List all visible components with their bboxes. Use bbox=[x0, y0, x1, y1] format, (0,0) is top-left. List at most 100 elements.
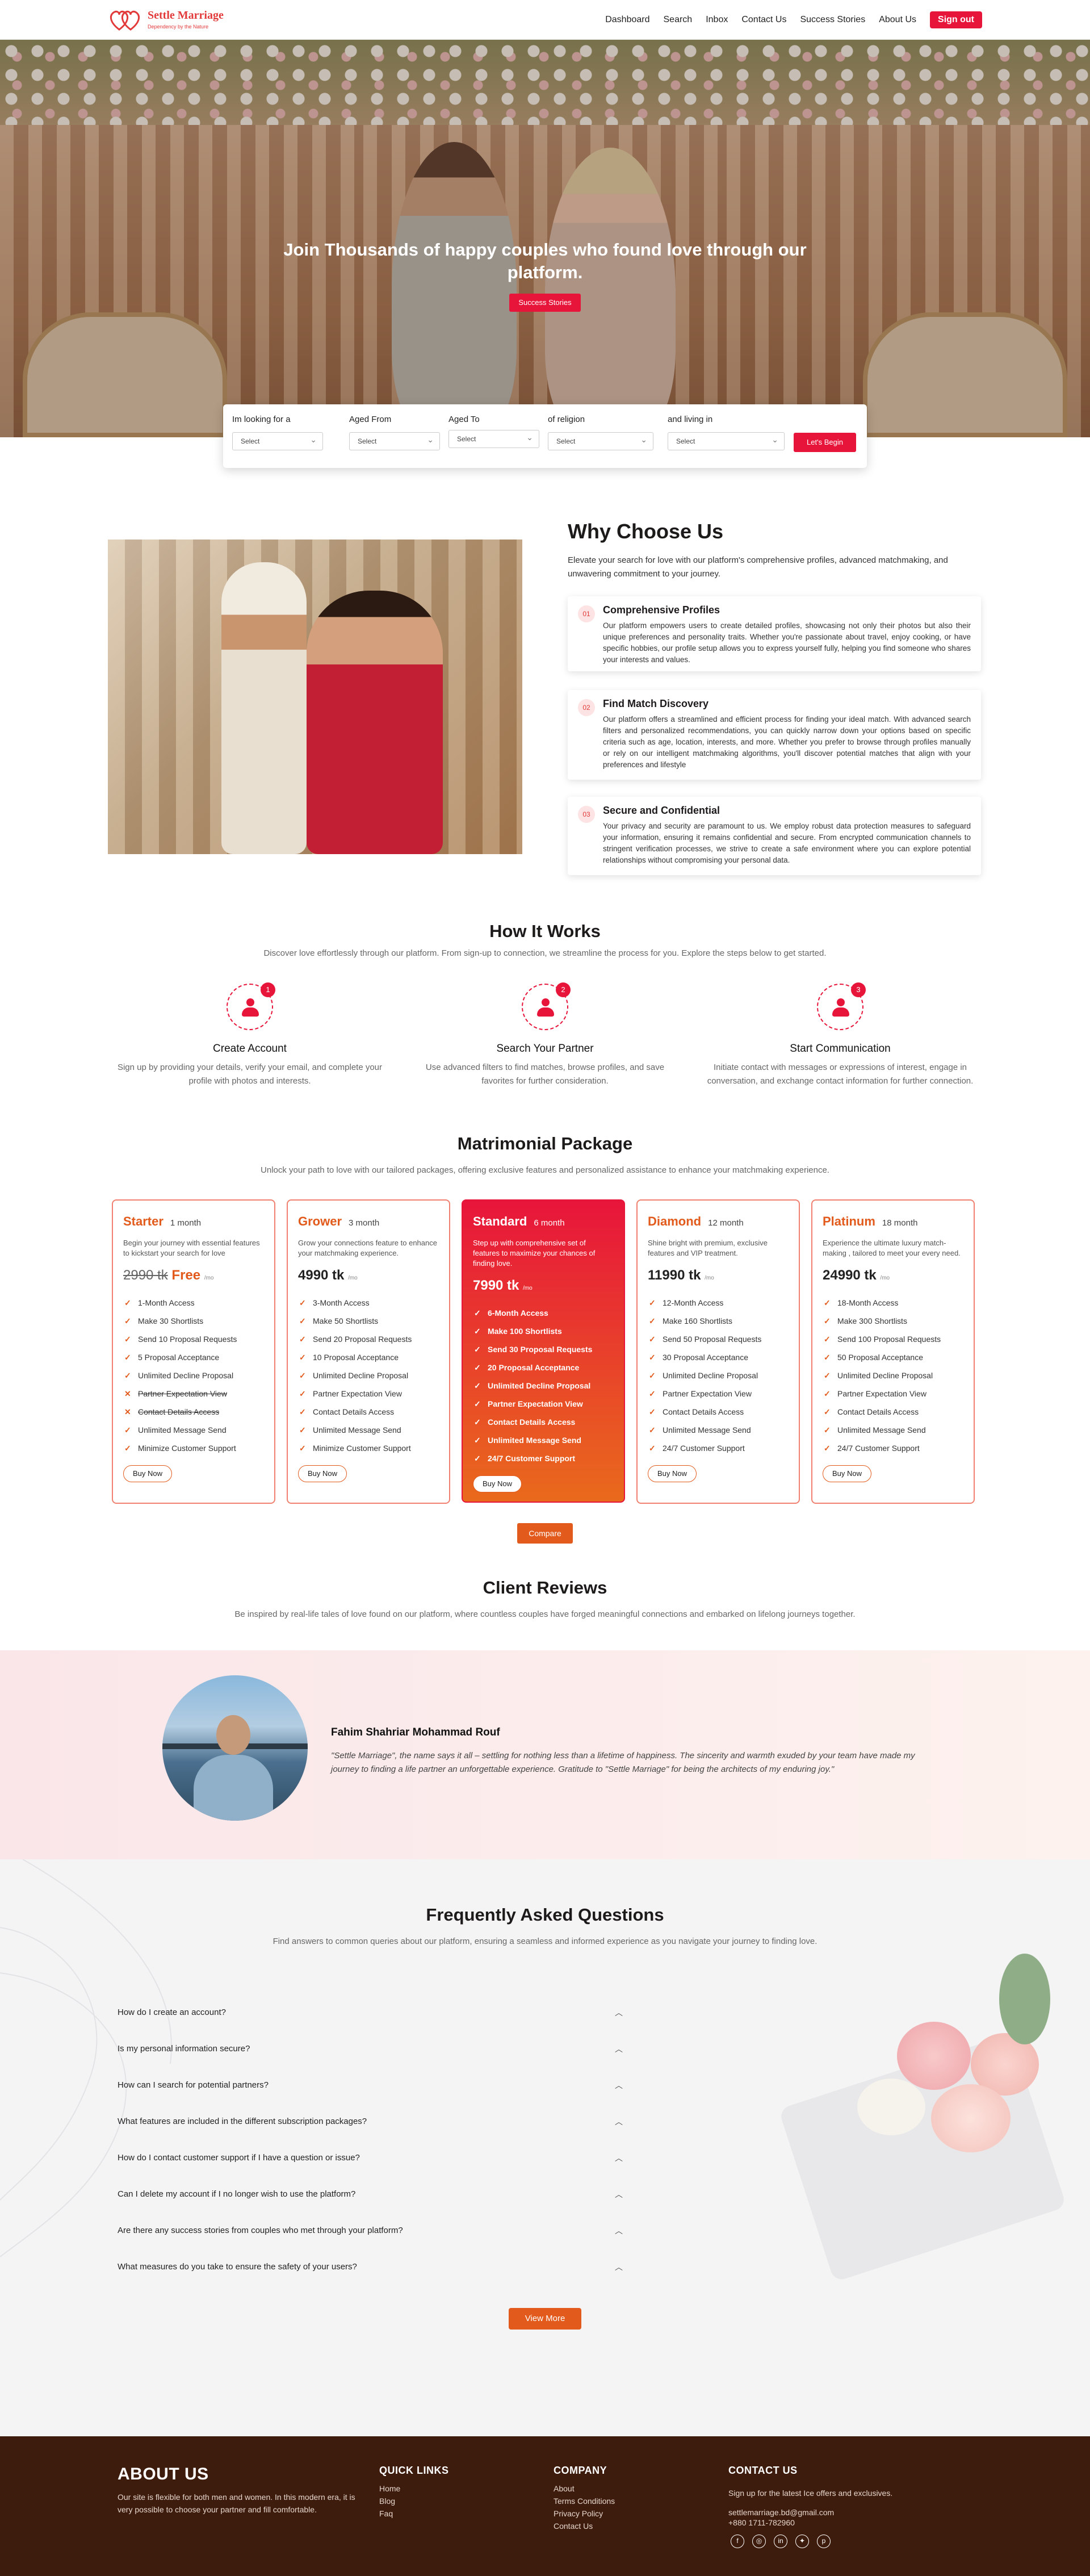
site-footer: ABOUT US Our site is flexible for both m… bbox=[0, 2436, 1090, 2576]
feature-item: Unlimited Message Send bbox=[473, 1431, 614, 1449]
instagram-icon[interactable]: ◎ bbox=[752, 2535, 766, 2548]
couple-photo bbox=[108, 540, 522, 854]
footer-link-faq[interactable]: Faq bbox=[379, 2507, 449, 2520]
buy-now-button[interactable]: Buy Now bbox=[473, 1475, 522, 1492]
footer-link-home[interactable]: Home bbox=[379, 2482, 449, 2495]
footer-link-blog[interactable]: Blog bbox=[379, 2495, 449, 2507]
footer-link-terms[interactable]: Terms Conditions bbox=[554, 2495, 615, 2507]
feature-title: Find Match Discovery bbox=[603, 698, 709, 709]
religion-select[interactable]: Select bbox=[548, 431, 653, 450]
package-free-price: Free bbox=[171, 1268, 201, 1283]
step-text: Use advanced filters to find matches, br… bbox=[425, 1063, 665, 1086]
step-number-badge: 1 bbox=[261, 982, 275, 997]
footer-about-title: ABOUT US bbox=[118, 2465, 209, 2483]
buy-now-button[interactable]: Buy Now bbox=[648, 1465, 697, 1482]
lets-begin-button[interactable]: Let's Begin bbox=[794, 433, 856, 452]
success-stories-button[interactable]: Success Stories bbox=[509, 294, 581, 312]
feature-item: Unlimited Decline Proposal bbox=[648, 1366, 789, 1385]
nav-contact-us[interactable]: Contact Us bbox=[741, 11, 786, 28]
aged-to-label: Aged To bbox=[448, 415, 480, 424]
brand-logo[interactable]: Settle Marriage Dependency by the Nature bbox=[108, 6, 255, 34]
package-name: Starter bbox=[123, 1214, 164, 1228]
package-name: Platinum bbox=[823, 1214, 875, 1228]
package-name: Diamond bbox=[648, 1214, 702, 1228]
faq-title: Frequently Asked Questions bbox=[426, 1905, 664, 1925]
faq-item[interactable]: How can I search for potential partners?… bbox=[118, 2072, 623, 2099]
faq-item[interactable]: Is my personal information secure? ︿ bbox=[118, 2035, 623, 2063]
feature-item: Minimize Customer Support bbox=[298, 1439, 439, 1457]
footer-contact-title: CONTACT US bbox=[728, 2465, 798, 2476]
feature-item: 6-Month Access bbox=[473, 1304, 614, 1322]
package-features: 3-Month Access Make 50 Shortlists Send 2… bbox=[298, 1294, 439, 1457]
footer-link-about[interactable]: About bbox=[554, 2482, 615, 2495]
footer-email[interactable]: settlemarriage.bd@gmail.com bbox=[728, 2507, 967, 2518]
feature-item: 12-Month Access bbox=[648, 1294, 789, 1312]
linkedin-icon[interactable]: in bbox=[774, 2535, 787, 2548]
view-more-button[interactable]: View More bbox=[509, 2308, 581, 2330]
feature-item: Unlimited Decline Proposal bbox=[298, 1366, 439, 1385]
why-choose-us-title: Why Choose Us bbox=[568, 520, 724, 543]
looking-for-select[interactable]: Select bbox=[232, 431, 323, 450]
main-nav: Dashboard Search Inbox Contact Us Succes… bbox=[592, 11, 982, 28]
package-duration: 12 month bbox=[708, 1218, 744, 1228]
step-number-badge: 3 bbox=[851, 982, 866, 997]
package-card-grower: Grower 3 month Grow your connections feat… bbox=[287, 1199, 450, 1504]
aged-from-field: Aged From Select bbox=[349, 415, 440, 450]
footer-phone[interactable]: +880 1711-782960 bbox=[728, 2518, 967, 2528]
faq-item[interactable]: Can I delete my account if I no longer w… bbox=[118, 2181, 623, 2208]
feature-number-badge: 03 bbox=[578, 806, 595, 823]
feature-item: Make 50 Shortlists bbox=[298, 1312, 439, 1330]
feature-item: Unlimited Message Send bbox=[648, 1421, 789, 1439]
faq-item[interactable]: How do I contact customer support if I h… bbox=[118, 2144, 623, 2172]
faq-item[interactable]: Are there any success stories from coupl… bbox=[118, 2217, 623, 2244]
package-price-value: 24990 tk bbox=[823, 1268, 877, 1283]
faq-question: What measures do you take to ensure the … bbox=[118, 2262, 357, 2272]
package-features: 1-Month Access Make 30 Shortlists Send 1… bbox=[123, 1294, 264, 1457]
package-card-standard: Standard 6 month Step up with comprehensi… bbox=[462, 1199, 625, 1503]
facebook-icon[interactable]: f bbox=[731, 2535, 744, 2548]
package-duration: 6 month bbox=[534, 1218, 565, 1228]
nav-dashboard[interactable]: Dashboard bbox=[605, 11, 649, 28]
feature-item: Make 160 Shortlists bbox=[648, 1312, 789, 1330]
reviews-subtitle: Be inspired by real-life tales of love f… bbox=[234, 1609, 856, 1619]
bouquet-white-flowers bbox=[857, 2079, 925, 2135]
living-in-label: and living in bbox=[668, 415, 713, 424]
feature-card-match-discovery: 02 Find Match Discovery Our platform off… bbox=[568, 690, 981, 780]
compare-button[interactable]: Compare bbox=[517, 1523, 573, 1544]
sign-out-button[interactable]: Sign out bbox=[930, 11, 982, 28]
faq-question: How do I create an account? bbox=[118, 2008, 226, 2017]
aged-to-select[interactable]: Select bbox=[448, 429, 539, 448]
step-title: Start Communication bbox=[790, 1043, 891, 1055]
how-it-works-title: How It Works bbox=[489, 921, 601, 941]
nav-search[interactable]: Search bbox=[664, 11, 693, 28]
aged-from-select[interactable]: Select bbox=[349, 431, 440, 450]
package-card-diamond: Diamond 12 month Shine bright with premiu… bbox=[636, 1199, 800, 1504]
photo-groom bbox=[221, 562, 307, 854]
step-text: Initiate contact with messages or expres… bbox=[707, 1063, 974, 1086]
faq-item[interactable]: What features are included in the differ… bbox=[118, 2108, 623, 2135]
footer-link-contact[interactable]: Contact Us bbox=[554, 2520, 615, 2532]
faq-item[interactable]: What measures do you take to ensure the … bbox=[118, 2253, 623, 2281]
feature-item: Make 30 Shortlists bbox=[123, 1312, 264, 1330]
living-in-select[interactable]: Select bbox=[668, 431, 785, 450]
faq-item[interactable]: How do I create an account? ︿ bbox=[118, 1999, 623, 2026]
feature-item: 5 Proposal Acceptance bbox=[123, 1348, 264, 1366]
hero-banner: Join Thousands of happy couples who foun… bbox=[0, 40, 1090, 437]
partner-search-panel: Im looking for a Select Aged From Select… bbox=[223, 404, 867, 468]
nav-success-stories[interactable]: Success Stories bbox=[800, 11, 865, 28]
twitter-icon[interactable]: ✦ bbox=[795, 2535, 809, 2548]
buy-now-button[interactable]: Buy Now bbox=[123, 1465, 173, 1482]
pinterest-icon[interactable]: p bbox=[817, 2535, 831, 2548]
package-name: Standard bbox=[473, 1214, 527, 1228]
buy-now-button[interactable]: Buy Now bbox=[823, 1465, 872, 1482]
looking-for-field: Im looking for a Select bbox=[232, 415, 323, 450]
nav-about-us[interactable]: About Us bbox=[879, 11, 916, 28]
chevron-up-icon: ︿ bbox=[615, 2008, 623, 2017]
feature-item: Unlimited Decline Proposal bbox=[823, 1366, 963, 1385]
footer-link-privacy[interactable]: Privacy Policy bbox=[554, 2507, 615, 2520]
feature-card-secure: 03 Secure and Confidential Your privacy … bbox=[568, 797, 981, 875]
feature-item-excluded: Contact Details Access bbox=[123, 1403, 264, 1421]
faq-question: Are there any success stories from coupl… bbox=[118, 2226, 403, 2235]
nav-inbox[interactable]: Inbox bbox=[706, 11, 728, 28]
buy-now-button[interactable]: Buy Now bbox=[298, 1465, 347, 1482]
